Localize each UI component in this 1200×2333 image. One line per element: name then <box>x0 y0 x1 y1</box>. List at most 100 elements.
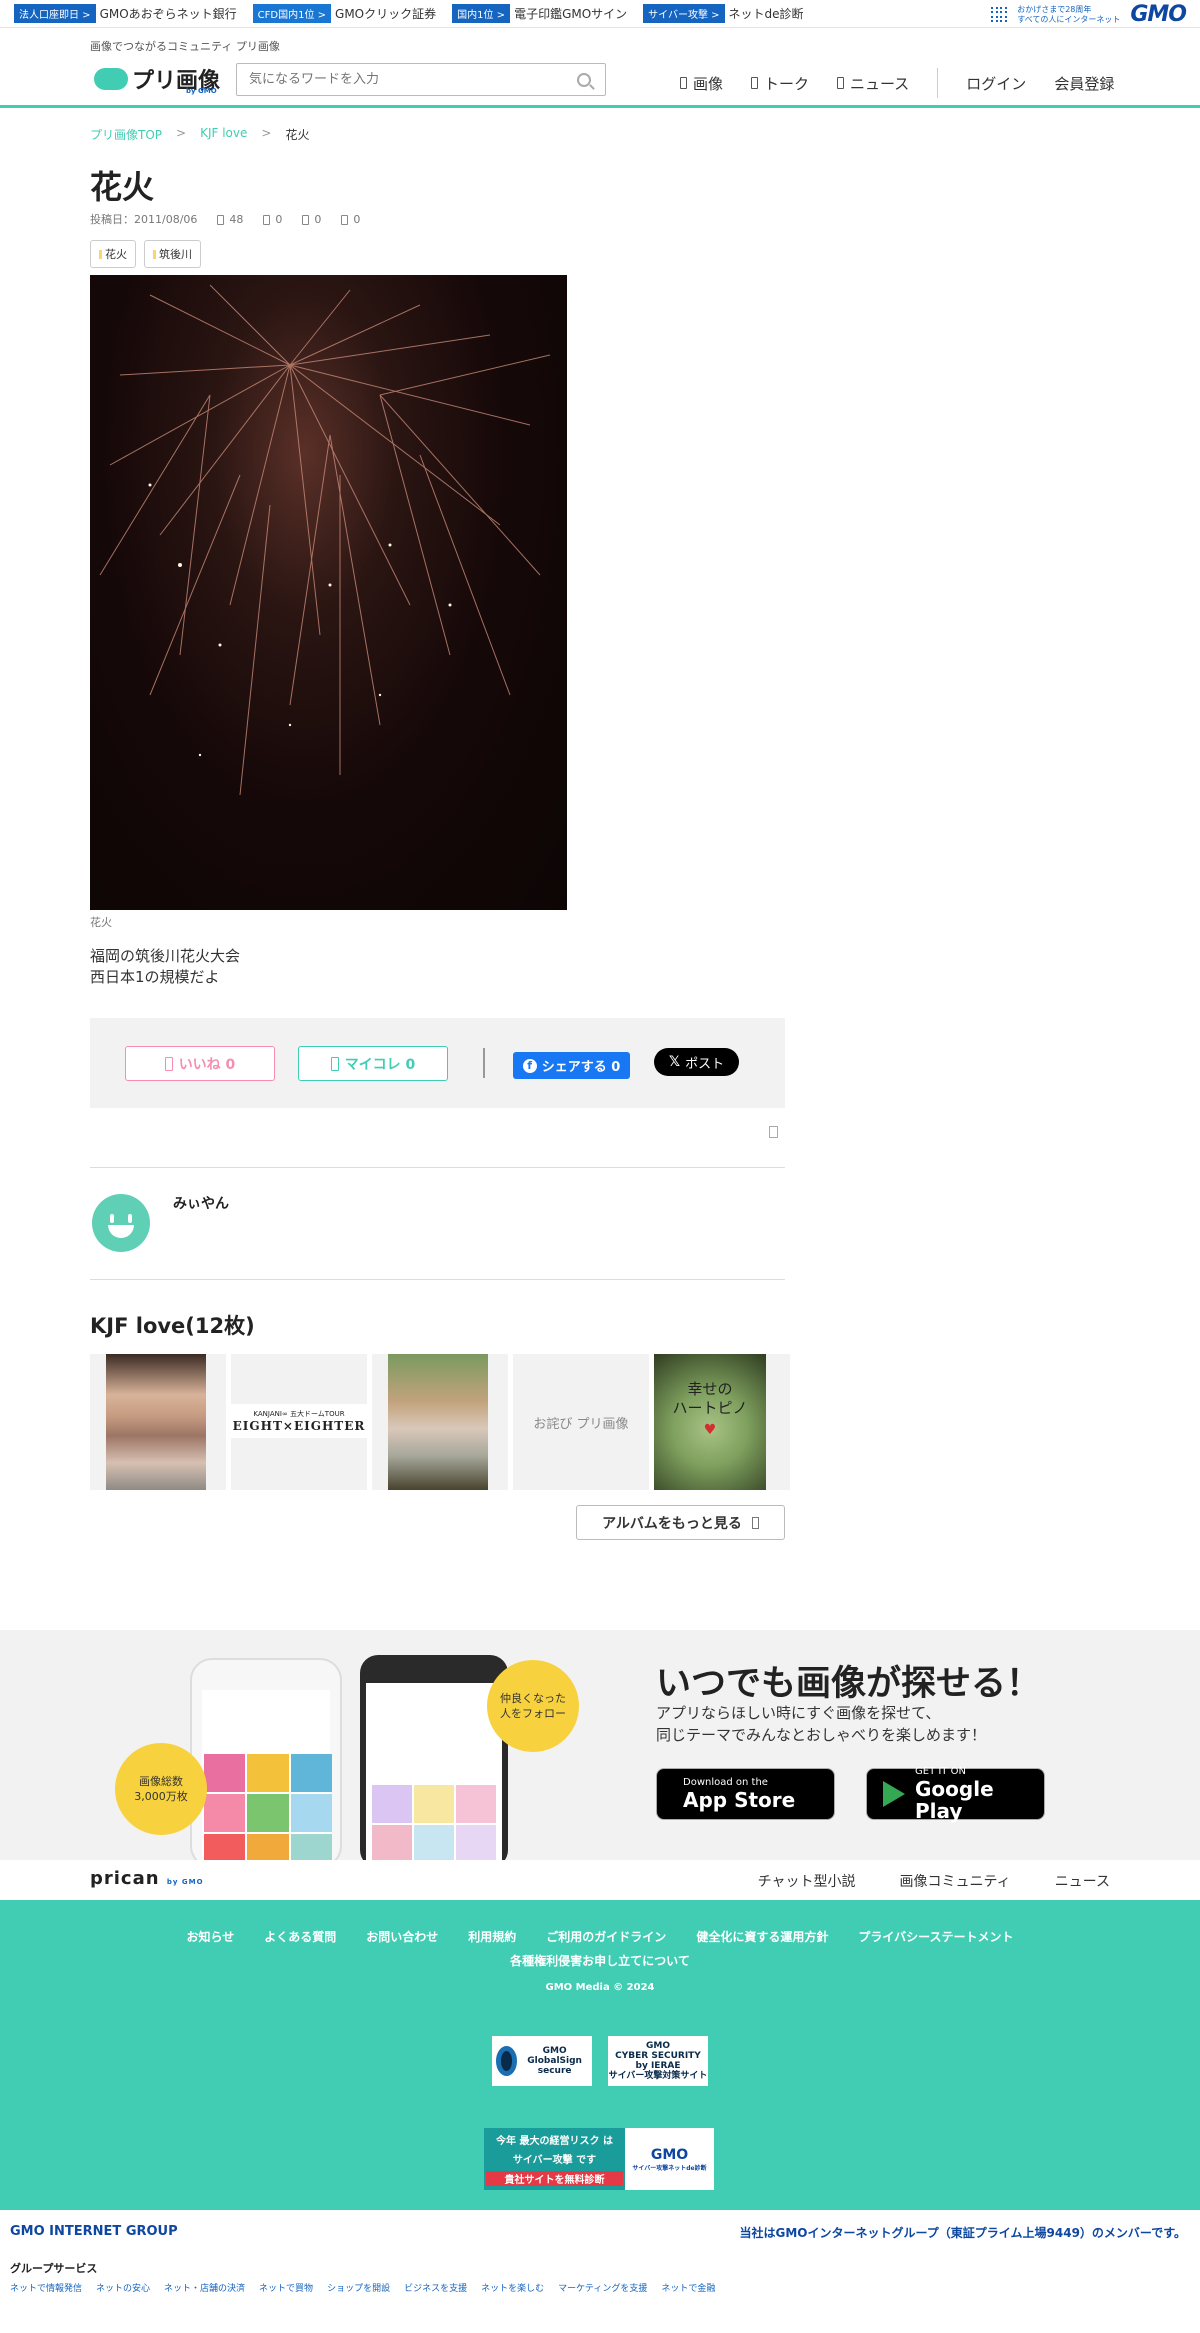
album-thumbnail[interactable]: お詫び プリ画像 <box>513 1354 649 1490</box>
gmo-group-bar: 法人口座即日 > GMOあおぞらネット銀行 CFD国内1位 > GMOクリック証… <box>0 0 1200 28</box>
x-post-label: ポスト <box>685 1056 725 1072</box>
nav-item-images[interactable]: 画像 <box>680 73 723 94</box>
group-service-link[interactable]: マーケティングを支援 <box>558 2281 647 2294</box>
gmo-logo[interactable]: GMO <box>1130 2 1187 27</box>
like-button-label: いいね 0 <box>178 1056 236 1073</box>
tag-label: 筑後川 <box>159 248 192 261</box>
heart-icon <box>302 214 310 225</box>
facebook-share-button[interactable]: f シェアする 0 <box>513 1052 630 1079</box>
subfooter-link-community[interactable]: 画像コミュニティ <box>900 1871 1011 1891</box>
breadcrumb: プリ画像TOP > KJF love > 花火 <box>90 126 309 143</box>
more-album-label: アルバムをもっと見る <box>602 1515 742 1532</box>
gmo-bar-item-diagnosis[interactable]: サイバー攻撃 > ネットde診断 <box>643 4 804 23</box>
subfooter-link-novel[interactable]: チャット型小説 <box>758 1871 856 1891</box>
footer-link[interactable]: 健全化に資する運用方針 <box>696 1928 828 1945</box>
nav-item-talk[interactable]: トーク <box>751 73 809 94</box>
gmo-bar-item-bank[interactable]: 法人口座即日 > GMOあおぞらネット銀行 <box>14 4 237 23</box>
user-name[interactable]: みぃやん <box>173 1193 229 1213</box>
gmo-bar-label: ネットde診断 <box>728 7 804 21</box>
tag-item[interactable]: 筑後川 <box>144 240 201 268</box>
thumbnail-text: 幸せの ハートピノ <box>672 1380 748 1417</box>
prican-logo[interactable]: prican by GMO <box>90 1868 204 1889</box>
image-count-bubble: 画像総数 3,000万枚 <box>115 1743 207 1835</box>
footer-link[interactable]: お知らせ <box>186 1928 234 1945</box>
subfooter-link-news[interactable]: ニュース <box>1055 1871 1110 1891</box>
like-button[interactable]: いいね 0 <box>125 1046 275 1081</box>
gmo-bar-label: GMOあおぞらネット銀行 <box>99 7 237 21</box>
report-icon[interactable] <box>769 1126 778 1138</box>
app-store-button[interactable]: Download on the App Store <box>656 1768 835 1820</box>
mycolle-button-label: マイコレ 0 <box>344 1056 416 1073</box>
clip-icon <box>341 214 349 225</box>
nav-item-news[interactable]: ニュース <box>837 73 909 94</box>
divider <box>90 1279 785 1280</box>
comment-icon <box>263 214 271 225</box>
group-service-link[interactable]: ネットで買物 <box>259 2281 313 2294</box>
subfooter-nav: チャット型小説 画像コミュニティ ニュース <box>758 1871 1110 1891</box>
footer-link[interactable]: 利用規約 <box>468 1928 516 1945</box>
footer-link[interactable]: 各種権利侵害お申し立てについて <box>0 1952 1200 1969</box>
album-thumbnail[interactable]: KANJANI∞ 五大ドームTOUR EIGHT×EIGHTER <box>231 1354 367 1490</box>
gmo-anniversary-line2: すべての人にインターネット <box>1017 14 1121 24</box>
store-big-text: Google Play <box>915 1777 994 1823</box>
group-service-link[interactable]: ネットを楽しむ <box>481 2281 544 2294</box>
tag-item[interactable]: 花火 <box>90 240 136 268</box>
bubble-text: 仲良くなった <box>500 1692 566 1705</box>
search-input[interactable] <box>237 72 577 87</box>
album-thumbnail[interactable] <box>90 1354 226 1490</box>
group-service-link[interactable]: ネットの安心 <box>96 2281 150 2294</box>
breadcrumb-link-album[interactable]: KJF love <box>200 126 247 143</box>
footer-link[interactable]: プライバシーステートメント <box>858 1928 1013 1945</box>
eye-icon <box>217 214 225 225</box>
comment-count-value: 0 <box>275 212 283 226</box>
bubble-text: 3,000万枚 <box>134 1790 188 1803</box>
footer-link[interactable]: よくある質問 <box>264 1928 336 1945</box>
footer-links: お知らせ よくある質問 お問い合わせ 利用規約 ご利用のガイドライン 健全化に資… <box>0 1928 1200 1945</box>
album-title[interactable]: KJF love(12枚) <box>90 1310 255 1340</box>
group-service-link[interactable]: ショップを開設 <box>327 2281 390 2294</box>
seal-text: CYBER SECURITY <box>615 2051 701 2061</box>
footer-link[interactable]: ご利用のガイドライン <box>546 1928 666 1945</box>
globalsign-seal[interactable]: GMO GlobalSign secure <box>492 2036 592 2086</box>
mycolle-button[interactable]: マイコレ 0 <box>298 1046 448 1081</box>
google-play-button[interactable]: GET IT ON Google Play <box>866 1766 1045 1823</box>
x-post-button[interactable]: 𝕏 ポスト <box>654 1048 739 1076</box>
gmo-internet-group-logo[interactable]: GMO INTERNET GROUP <box>10 2224 178 2239</box>
login-link[interactable]: ログイン <box>966 73 1026 94</box>
cloud-logo-icon <box>94 68 128 90</box>
banner-text: 今年 最大の経営リスク は <box>496 2136 613 2148</box>
search-icon[interactable] <box>577 72 591 87</box>
group-service-link[interactable]: ネット・店舗の決済 <box>164 2281 245 2294</box>
site-logo[interactable]: プリ画像 by GMO <box>94 63 220 95</box>
prican-logo-by: by GMO <box>166 1878 204 1886</box>
divider <box>483 1048 485 1078</box>
group-service-link[interactable]: ネットで情報発信 <box>10 2281 82 2294</box>
tag-icon <box>99 249 102 259</box>
album-thumbnail[interactable]: 幸せの ハートピノ ♥ <box>654 1354 790 1490</box>
avatar-eye <box>128 1214 132 1223</box>
site-footer: お知らせ よくある質問 お問い合わせ 利用規約 ご利用のガイドライン 健全化に資… <box>0 1900 1200 2210</box>
gmo-bar-item-sign[interactable]: 国内1位 > 電子印鑑GMOサイン <box>452 4 627 23</box>
album-thumbnail[interactable] <box>372 1354 508 1490</box>
nav-divider <box>937 68 939 98</box>
gmo-bar-label: GMOクリック証券 <box>335 7 437 21</box>
promo-subtitle-line: 同じテーマでみんなとおしゃべりを楽しめます！ <box>656 1726 987 1744</box>
thumbnail-alt-text: お詫び プリ画像 <box>533 1416 629 1432</box>
main-image[interactable] <box>90 275 567 910</box>
phone-image-grid <box>204 1754 332 1866</box>
avatar[interactable] <box>92 1194 150 1252</box>
group-service-link[interactable]: ネットで金融 <box>661 2281 715 2294</box>
post-description: 福岡の筑後川花火大会 西日本1の規模だよ <box>90 946 240 988</box>
cyber-diagnosis-banner[interactable]: 今年 最大の経営リスク は サイバー攻撃 です 貴社サイトを無料診断 GMO サ… <box>482 2126 716 2192</box>
gmo-bar-item-click[interactable]: CFD国内1位 > GMOクリック証券 <box>252 4 437 23</box>
group-service-link[interactable]: ビジネスを支援 <box>404 2281 467 2294</box>
cyber-security-seal[interactable]: GMO CYBER SECURITY by IERAE サイバー攻撃対策サイト <box>608 2036 708 2086</box>
footer-link[interactable]: お問い合わせ <box>366 1928 438 1945</box>
phone-mockup <box>190 1658 342 1868</box>
more-album-button[interactable]: アルバムをもっと見る <box>576 1505 785 1540</box>
register-link[interactable]: 会員登録 <box>1054 73 1114 94</box>
fireworks-image <box>99 284 551 796</box>
thumbnail-text: KANJANI∞ 五大ドームTOUR <box>253 1410 345 1418</box>
breadcrumb-link-top[interactable]: プリ画像TOP <box>90 126 162 143</box>
apps-grid-icon[interactable] <box>991 6 1007 23</box>
